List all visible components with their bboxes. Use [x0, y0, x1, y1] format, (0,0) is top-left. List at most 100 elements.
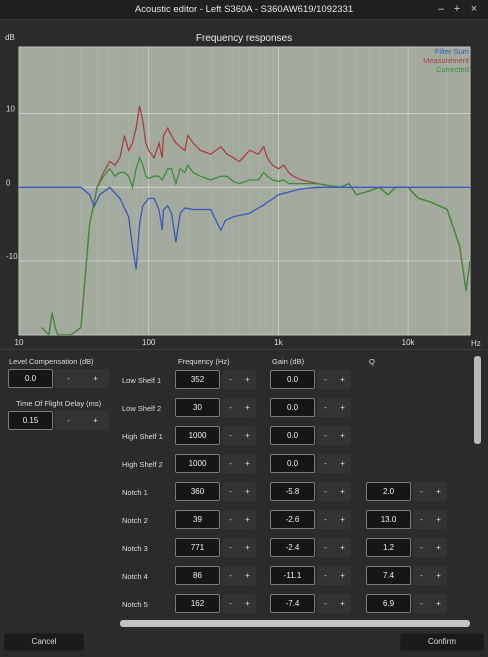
frequency-input[interactable]: 1000 [175, 426, 220, 445]
plus-button[interactable]: + [430, 482, 447, 501]
q-stepper[interactable]: - + [413, 538, 447, 557]
frequency-input[interactable]: 162 [175, 594, 220, 613]
gain-stepper[interactable]: - + [317, 482, 351, 501]
level-compensation-input[interactable]: 0.0 [8, 369, 53, 388]
gain-stepper[interactable]: - + [317, 510, 351, 529]
minus-button[interactable]: - [317, 538, 334, 557]
minus-button[interactable]: - [413, 538, 430, 557]
scroll-thumb[interactable] [120, 620, 470, 627]
frequency-input[interactable]: 771 [175, 538, 220, 557]
plus-button[interactable]: + [430, 510, 447, 529]
q-stepper[interactable]: - + [413, 594, 447, 613]
cancel-button[interactable]: Cancel [4, 633, 84, 651]
frequency-stepper[interactable]: - + [222, 538, 256, 557]
plus-button[interactable]: + [430, 594, 447, 613]
frequency-input[interactable]: 30 [175, 398, 220, 417]
frequency-stepper[interactable]: - + [222, 482, 256, 501]
q-input[interactable]: 1.2 [366, 538, 411, 557]
plus-button[interactable]: + [334, 594, 351, 613]
frequency-stepper[interactable]: - + [222, 454, 256, 473]
frequency-stepper[interactable]: - + [222, 566, 256, 585]
time-of-flight-input[interactable]: 0.15 [8, 411, 53, 430]
minus-button[interactable]: - [222, 370, 239, 389]
minus-button[interactable]: - [317, 510, 334, 529]
time-of-flight-stepper[interactable]: - + [55, 411, 109, 430]
minus-button[interactable]: - [413, 594, 430, 613]
frequency-stepper[interactable]: - + [222, 510, 256, 529]
plus-button[interactable]: + [334, 538, 351, 557]
frequency-input[interactable]: 360 [175, 482, 220, 501]
plus-button[interactable]: + [430, 566, 447, 585]
minimize-button[interactable]: – [434, 2, 448, 16]
plus-button[interactable]: + [82, 369, 109, 388]
plus-button[interactable]: + [430, 538, 447, 557]
level-compensation-stepper[interactable]: - + [55, 369, 109, 388]
plus-button[interactable]: + [239, 482, 256, 501]
maximize-button[interactable]: + [450, 2, 464, 16]
plus-button[interactable]: + [239, 510, 256, 529]
minus-button[interactable]: - [222, 538, 239, 557]
q-input[interactable]: 6.9 [366, 594, 411, 613]
gain-stepper[interactable]: - + [317, 426, 351, 445]
gain-stepper[interactable]: - + [317, 594, 351, 613]
gain-input[interactable]: 0.0 [270, 398, 315, 417]
horizontal-scrollbar[interactable] [120, 620, 470, 627]
minus-button[interactable]: - [317, 566, 334, 585]
frequency-stepper[interactable]: - + [222, 398, 256, 417]
plus-button[interactable]: + [239, 398, 256, 417]
q-stepper[interactable]: - + [413, 510, 447, 529]
frequency-stepper[interactable]: - + [222, 594, 256, 613]
gain-stepper[interactable]: - + [317, 370, 351, 389]
frequency-input[interactable]: 39 [175, 510, 220, 529]
q-input[interactable]: 13.0 [366, 510, 411, 529]
frequency-stepper[interactable]: - + [222, 370, 256, 389]
gain-input[interactable]: -11.1 [270, 566, 315, 585]
plus-button[interactable]: + [239, 370, 256, 389]
minus-button[interactable]: - [317, 594, 334, 613]
minus-button[interactable]: - [222, 482, 239, 501]
vertical-scrollbar[interactable] [474, 352, 481, 618]
minus-button[interactable]: - [55, 411, 82, 430]
minus-button[interactable]: - [317, 426, 334, 445]
gain-input[interactable]: 0.0 [270, 370, 315, 389]
gain-input[interactable]: 0.0 [270, 454, 315, 473]
minus-button[interactable]: - [317, 454, 334, 473]
scroll-thumb[interactable] [474, 356, 481, 444]
minus-button[interactable]: - [222, 426, 239, 445]
plus-button[interactable]: + [334, 482, 351, 501]
q-input[interactable]: 7.4 [366, 566, 411, 585]
frequency-input[interactable]: 1000 [175, 454, 220, 473]
q-input[interactable]: 2.0 [366, 482, 411, 501]
plus-button[interactable]: + [239, 594, 256, 613]
plus-button[interactable]: + [239, 566, 256, 585]
plus-button[interactable]: + [334, 370, 351, 389]
gain-stepper[interactable]: - + [317, 454, 351, 473]
minus-button[interactable]: - [413, 482, 430, 501]
gain-input[interactable]: -2.4 [270, 538, 315, 557]
minus-button[interactable]: - [222, 454, 239, 473]
plus-button[interactable]: + [239, 426, 256, 445]
minus-button[interactable]: - [222, 594, 239, 613]
plus-button[interactable]: + [334, 454, 351, 473]
plus-button[interactable]: + [239, 538, 256, 557]
plus-button[interactable]: + [334, 510, 351, 529]
frequency-input[interactable]: 352 [175, 370, 220, 389]
confirm-button[interactable]: Confirm [400, 633, 484, 651]
gain-stepper[interactable]: - + [317, 398, 351, 417]
minus-button[interactable]: - [413, 510, 430, 529]
minus-button[interactable]: - [317, 370, 334, 389]
minus-button[interactable]: - [222, 398, 239, 417]
minus-button[interactable]: - [222, 510, 239, 529]
minus-button[interactable]: - [222, 566, 239, 585]
q-stepper[interactable]: - + [413, 482, 447, 501]
gain-input[interactable]: -7.4 [270, 594, 315, 613]
gain-input[interactable]: -5.8 [270, 482, 315, 501]
plus-button[interactable]: + [334, 398, 351, 417]
gain-stepper[interactable]: - + [317, 538, 351, 557]
minus-button[interactable]: - [413, 566, 430, 585]
plus-button[interactable]: + [82, 411, 109, 430]
plus-button[interactable]: + [334, 566, 351, 585]
q-stepper[interactable]: - + [413, 566, 447, 585]
gain-input[interactable]: -2.6 [270, 510, 315, 529]
close-button[interactable]: × [467, 2, 481, 16]
